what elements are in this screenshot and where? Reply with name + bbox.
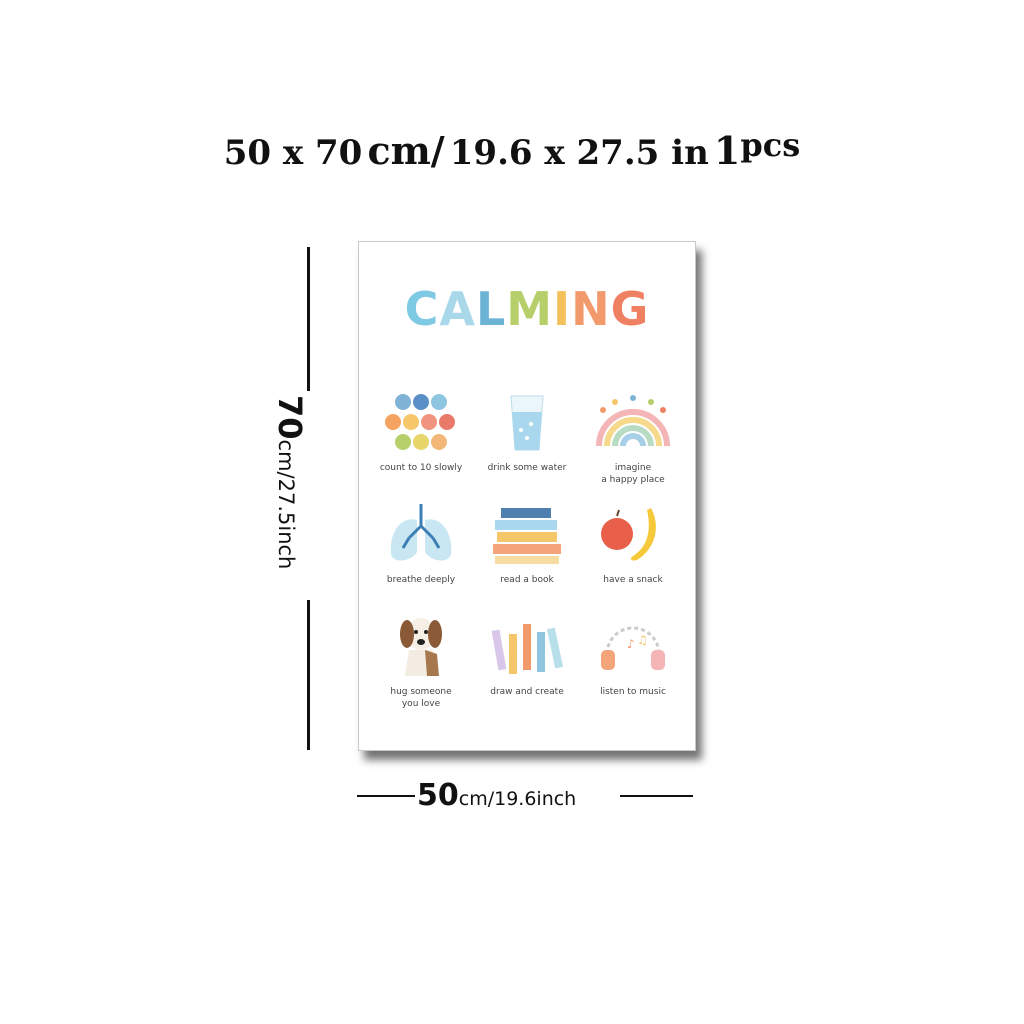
size-header: 50 x 70 cm/ 19.6 x 27.5 in 1pcs	[0, 126, 1024, 173]
width-line-left	[357, 795, 415, 797]
height-label: 70cm/27.5inch	[271, 395, 309, 569]
activity-caption: listen to music	[581, 686, 685, 698]
caption-line: hug someone	[390, 687, 452, 697]
caption-line: imagine	[614, 463, 652, 473]
title-letter: A	[439, 282, 476, 336]
height-line-top	[307, 247, 310, 391]
number-bubbles-icon	[369, 390, 473, 458]
activity-item: ♪ ♫ listen to music	[581, 614, 685, 698]
activity-item: drink some water	[475, 390, 579, 474]
size-cm: 50 x 70	[223, 133, 363, 173]
activity-item: have a snack	[581, 502, 685, 586]
width-unit: cm/19.6inch	[458, 788, 577, 810]
activity-item: read a book	[475, 502, 579, 586]
activity-caption: draw and create	[475, 686, 579, 698]
quantity-unit: pcs	[740, 126, 801, 164]
caption-line: listen to music	[600, 687, 666, 697]
width-line-right	[620, 795, 693, 797]
title-letter: G	[610, 282, 650, 336]
activity-caption: count to 10 slowly	[369, 462, 473, 474]
caption-line: breathe deeply	[386, 575, 456, 585]
caption-line: read a book	[500, 575, 554, 585]
activity-caption: breathe deeply	[369, 574, 473, 586]
svg-text:♪: ♪	[627, 637, 635, 651]
title-letter: L	[475, 282, 507, 336]
activity-item: imagine a happy place	[581, 390, 685, 486]
width-label: 50cm/19.6inch	[417, 778, 576, 813]
activity-item: count to 10 slowly	[369, 390, 473, 474]
activity-item: hug someone you love	[369, 614, 473, 710]
title-letter: I	[553, 282, 572, 336]
caption-line: you love	[401, 699, 441, 709]
activity-caption: drink some water	[475, 462, 579, 474]
water-glass-icon	[475, 390, 579, 458]
poster-title: CALMING	[359, 282, 695, 336]
dog-icon	[369, 614, 473, 682]
fruit-icon	[581, 502, 685, 570]
activity-item: draw and create	[475, 614, 579, 698]
caption-line: count to 10 slowly	[379, 463, 463, 473]
caption-line: drink some water	[487, 463, 567, 473]
title-letter: M	[506, 282, 554, 336]
caption-line: a happy place	[601, 475, 665, 485]
books-icon	[475, 502, 579, 570]
activity-caption: have a snack	[581, 574, 685, 586]
lungs-icon	[369, 502, 473, 570]
poster: CALMING count to 10 slowly drink some wa…	[358, 241, 696, 751]
title-letter: C	[404, 282, 440, 336]
title-letter: N	[571, 282, 611, 336]
activity-item: breathe deeply	[369, 502, 473, 586]
height-unit: cm/27.5inch	[274, 439, 298, 570]
unit-cm: cm/	[367, 128, 445, 173]
quantity: 1	[713, 128, 741, 173]
width-value: 50	[417, 778, 459, 813]
activity-caption: imagine a happy place	[581, 462, 685, 486]
rainbow-icon	[581, 390, 685, 458]
activity-caption: hug someone you love	[369, 686, 473, 710]
svg-text:♫: ♫	[637, 633, 648, 647]
activity-caption: read a book	[475, 574, 579, 586]
height-value: 70	[271, 395, 309, 440]
headphones-icon: ♪ ♫	[581, 614, 685, 682]
pencils-icon	[475, 614, 579, 682]
caption-line: have a snack	[603, 575, 663, 585]
size-in: 19.6 x 27.5 in	[449, 133, 709, 173]
caption-line: draw and create	[490, 687, 564, 697]
height-line-bottom	[307, 600, 310, 750]
